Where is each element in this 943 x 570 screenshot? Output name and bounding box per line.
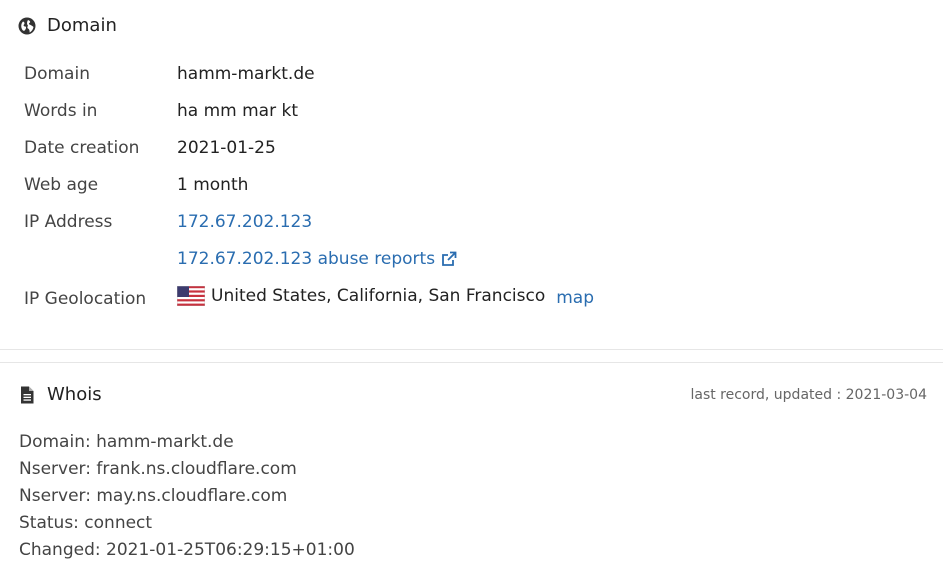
document-icon (21, 386, 34, 403)
ip-address-link[interactable]: 172.67.202.123 (177, 212, 312, 232)
section-divider-top (0, 349, 943, 350)
value-domain: hamm-markt.de (177, 64, 315, 84)
domain-section: Domain Domain hamm-markt.de Words in ha … (0, 0, 943, 350)
whois-line-nserver-1: Nserver: frank.ns.cloudflare.com (19, 459, 297, 479)
label-ip-geolocation: IP Geolocation (24, 289, 147, 309)
abuse-reports-text: 172.67.202.123 abuse reports (177, 249, 436, 269)
external-link-icon (442, 251, 457, 266)
label-words-in: Words in (24, 101, 98, 121)
label-ip-address: IP Address (24, 212, 113, 232)
domain-section-title: Domain (18, 15, 117, 36)
value-ip-geolocation: United States, California, San Francisco… (177, 286, 594, 308)
whois-section-title: Whois (18, 384, 102, 405)
section-divider-bottom (0, 362, 943, 363)
globe-icon (18, 17, 36, 34)
value-date-creation: 2021-01-25 (177, 138, 276, 158)
whois-line-domain: Domain: hamm-markt.de (19, 432, 234, 452)
whois-record: Domain: hamm-markt.de Nserver: frank.ns.… (19, 430, 355, 565)
map-link[interactable]: map (556, 288, 594, 308)
value-words-in: ha mm mar kt (177, 101, 299, 121)
label-date-creation: Date creation (24, 138, 140, 158)
abuse-reports-link[interactable]: 172.67.202.123 abuse reports (177, 249, 457, 269)
value-web-age: 1 month (177, 175, 249, 195)
whois-line-changed: Changed: 2021-01-25T06:29:15+01:00 (19, 540, 355, 560)
us-flag-icon (177, 286, 205, 306)
whois-line-nserver-2: Nserver: may.ns.cloudflare.com (19, 486, 288, 506)
whois-updated-text: last record, updated : 2021-03-04 (690, 387, 927, 403)
whois-title-text: Whois (47, 384, 102, 405)
label-domain: Domain (24, 64, 90, 84)
label-web-age: Web age (24, 175, 99, 195)
domain-title-text: Domain (47, 15, 117, 36)
whois-line-status: Status: connect (19, 513, 153, 533)
geolocation-text: United States, California, San Francisco (211, 286, 546, 306)
